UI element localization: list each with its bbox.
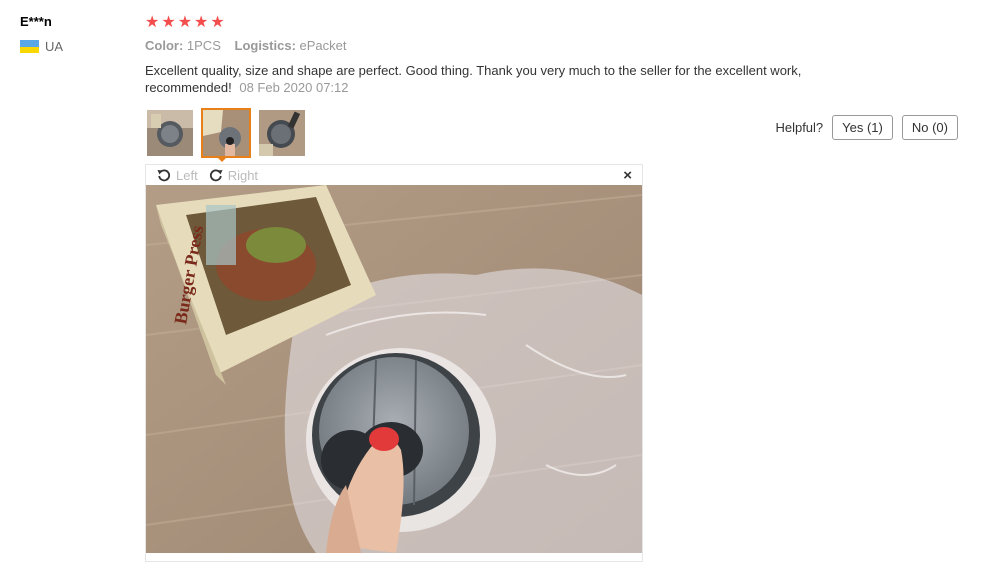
star-icon: ★ [210,14,225,31]
review-thumbnail-3[interactable] [257,108,307,158]
reviewer-info: E***n UA [20,14,63,54]
rotate-right-label: Right [227,167,259,183]
star-icon: ★ [161,14,176,31]
review-thumbnail-2[interactable] [201,108,251,158]
rotate-left-button[interactable]: Left [156,167,198,183]
star-rating: ★ ★ ★ ★ ★ [145,14,845,32]
star-icon: ★ [177,14,193,31]
color-value: 1PCS [186,38,221,53]
rotate-left-icon [157,169,171,182]
review-thumbnail-1[interactable] [145,108,195,158]
rotate-right-button[interactable]: Right [208,167,258,183]
active-thumbnail-caret [216,156,228,162]
close-icon[interactable]: × [623,167,632,184]
order-attributes: Color: 1PCS Logistics: ePacket [145,38,845,53]
review-text-block: Excellent quality, size and shape are pe… [145,62,845,96]
image-viewer: Left Right × Burger Press [145,164,643,562]
reviewer-name: E***n [20,14,52,29]
review-body: ★ ★ ★ ★ ★ Color: 1PCS Logistics: ePacket… [145,14,845,96]
logistics-label: Logistics: [234,38,296,53]
star-icon: ★ [145,14,160,31]
review-thumbnails [145,108,307,158]
rotate-right-icon [209,169,223,182]
review-photo: Burger Press [146,185,642,553]
helpful-section: Helpful? Yes (1) No (0) [775,115,958,140]
color-label: Color: [145,38,184,53]
country-code: UA [45,39,64,54]
star-icon: ★ [194,14,209,31]
image-viewer-toolbar: Left Right [146,165,642,185]
ukraine-flag-icon [20,40,39,53]
review-date: 08 Feb 2020 07:12 [239,80,349,95]
rotate-left-label: Left [176,167,198,183]
helpful-label: Helpful? [775,120,824,135]
helpful-yes-button[interactable]: Yes (1) [832,115,893,140]
logistics-value: ePacket [299,38,347,53]
helpful-no-button[interactable]: No (0) [901,115,958,140]
reviewer-country: UA [20,39,63,54]
